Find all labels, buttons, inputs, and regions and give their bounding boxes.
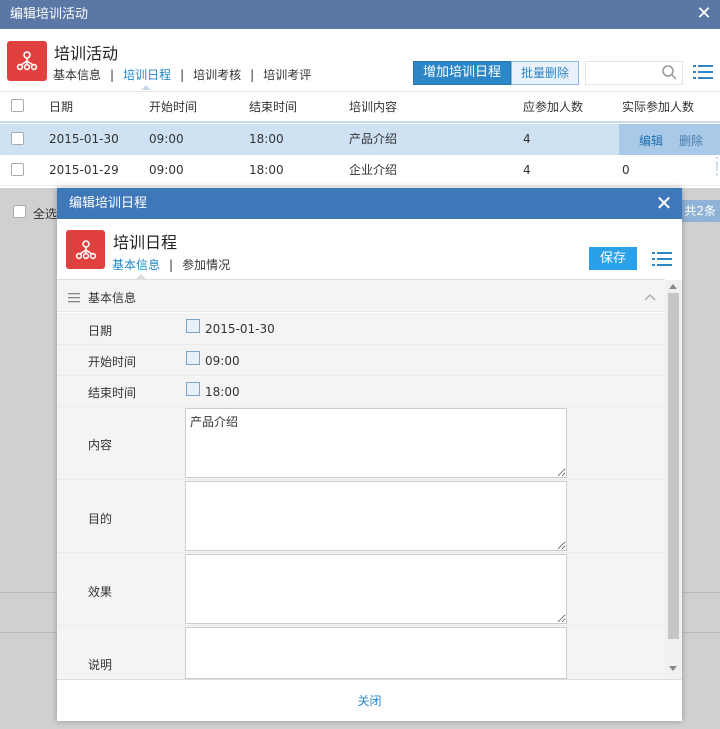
content-textarea[interactable] [185,408,567,478]
row-end: 18:00 [249,163,284,177]
list-menu-icon[interactable] [693,64,713,83]
col-start[interactable]: 开始时间 [149,92,197,121]
note-textarea[interactable] [185,627,567,679]
table-row[interactable]: 2015-01-29 09:00 18:00 企业介绍 4 0 ⋮ ⋮ [0,155,720,186]
row-actions: 编辑 删除 [619,124,720,155]
row-start: 09:00 [149,132,184,146]
activity-logo-icon [7,41,47,81]
effect-row: 效果 [57,553,665,626]
tab-basic-info[interactable]: 基本信息 [53,68,101,82]
purpose-row: 目的 [57,480,665,553]
row-actual: 0 [622,163,630,177]
col-planned[interactable]: 应参加人数 [523,92,583,121]
note-label: 说明 [88,658,113,672]
row-checkbox[interactable] [11,163,24,176]
outer-tabs: 基本信息 | 培训日程 | 培训考核 | 培训考评 [53,68,312,82]
tab-evaluation[interactable]: 培训考评 [263,68,311,82]
active-tab-pointer [141,85,151,90]
start-time-value[interactable]: 09:00 [205,354,240,368]
tab-basic-info[interactable]: 基本信息 [112,258,160,272]
search-icon[interactable] [661,64,677,83]
row-planned: 4 [523,132,531,146]
dialog-menu-icon[interactable] [652,251,672,270]
row-date: 2015-01-29 [49,163,119,177]
scroll-up-icon[interactable] [669,284,677,289]
delete-link[interactable]: 删除 [679,132,703,149]
section-header[interactable]: 基本信息 [57,279,665,312]
date-label: 日期 [88,324,113,338]
collapse-chevron-icon[interactable] [644,290,656,304]
dialog-footer: 关闭 [57,679,682,721]
end-time-label: 结束时间 [88,386,137,400]
page-title: 培训活动 [54,44,119,63]
scroll-down-icon[interactable] [669,666,677,671]
dialog-header-title: 培训日程 [113,233,178,252]
select-all-label: 全选 [33,207,58,221]
total-count: 共2条 [682,200,720,222]
row-content: 企业介绍 [349,163,398,177]
calendar-icon[interactable] [186,319,200,333]
effect-textarea[interactable] [185,554,567,624]
end-time-value[interactable]: 18:00 [205,385,240,399]
purpose-textarea[interactable] [185,481,567,551]
note-row: 说明 [57,626,665,679]
dialog-tabs: 基本信息 | 参加情况 [112,258,231,272]
add-schedule-button[interactable]: 增加培训日程 [413,61,511,85]
col-end[interactable]: 结束时间 [249,92,297,121]
row-content: 产品介绍 [349,132,398,146]
purpose-label: 目的 [88,512,113,526]
row-checkbox[interactable] [11,132,24,145]
grid-header: 日期 开始时间 结束时间 培训内容 应参加人数 实际参加人数 [0,91,720,123]
edit-link[interactable]: 编辑 [639,132,663,149]
dialog-title: 编辑培训日程 [57,188,682,219]
col-content[interactable]: 培训内容 [349,92,397,121]
batch-delete-button[interactable]: 批量删除 [511,61,579,85]
table-row[interactable]: 2015-01-30 09:00 18:00 产品介绍 4 编辑 删除 [0,124,720,155]
outer-close-icon[interactable]: ✕ [694,4,714,24]
tab-participation[interactable]: 参加情况 [182,258,230,272]
calendar-icon[interactable] [186,382,200,396]
calendar-icon[interactable] [186,351,200,365]
section-title: 基本信息 [88,291,137,305]
content-label: 内容 [88,438,113,452]
end-time-row: 结束时间 18:00 [57,376,665,407]
effect-label: 效果 [88,585,113,599]
header-checkbox[interactable] [11,99,24,112]
start-time-label: 开始时间 [88,355,137,369]
select-all-checkbox[interactable] [13,205,26,218]
scrollbar[interactable] [665,280,682,679]
col-actual[interactable]: 实际参加人数 [622,92,694,121]
scroll-thumb[interactable] [668,293,679,639]
save-button[interactable]: 保存 [589,247,637,270]
row-date: 2015-01-30 [49,132,119,146]
dialog-close-icon[interactable]: ✕ [654,193,674,213]
tab-assessment[interactable]: 培训考核 [193,68,241,82]
schedule-logo-icon [66,230,105,269]
section-list-icon [68,292,80,306]
edit-schedule-dialog: 编辑培训日程 ✕ 培训日程 基本信息 | 参加情况 保存 基本信息 日期 2015-… [57,188,682,721]
content-row: 内容 [57,407,665,480]
close-button[interactable]: 关闭 [357,694,381,708]
row-more-icon[interactable]: ⋮ ⋮ [710,156,720,177]
start-time-row: 开始时间 09:00 [57,345,665,376]
row-planned: 4 [523,163,531,177]
tab-schedule[interactable]: 培训日程 [123,68,171,82]
row-end: 18:00 [249,132,284,146]
col-date[interactable]: 日期 [49,92,73,121]
date-value[interactable]: 2015-01-30 [205,322,275,336]
row-start: 09:00 [149,163,184,177]
outer-window-title: 编辑培训活动 [0,0,720,29]
date-row: 日期 2015-01-30 [57,313,665,345]
